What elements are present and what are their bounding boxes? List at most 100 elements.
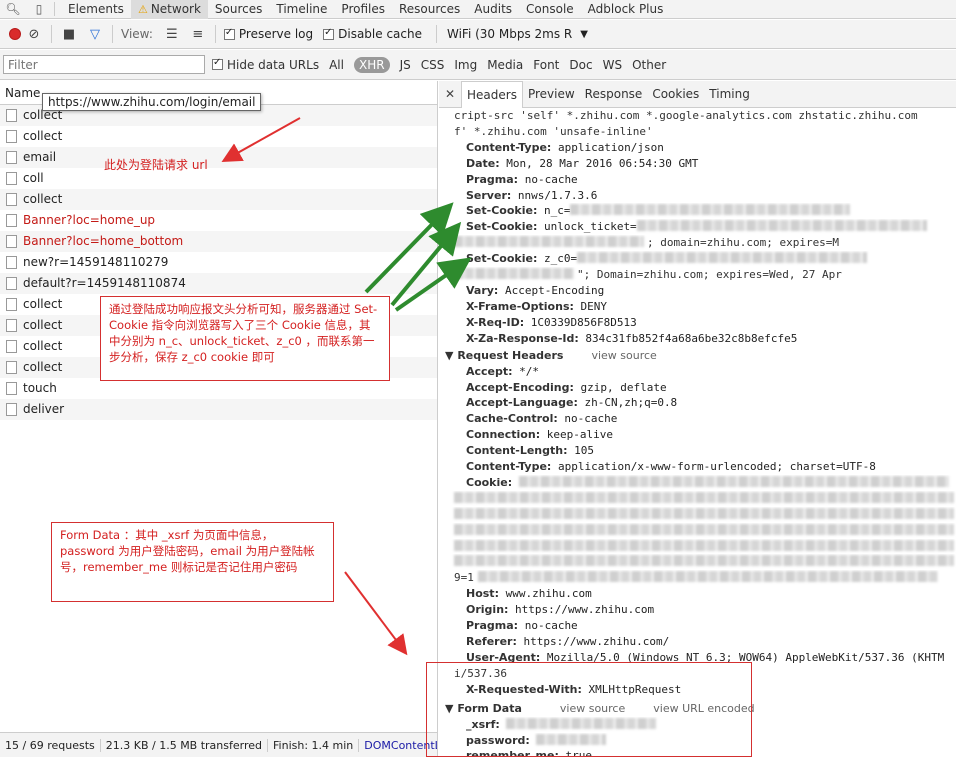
- cookie-value-blurred: [439, 507, 956, 523]
- filter-type-other[interactable]: Other: [632, 58, 666, 72]
- tab-cookies[interactable]: Cookies: [647, 81, 704, 107]
- request-headers-section[interactable]: ▼ Request Headers view source: [439, 347, 956, 364]
- tab-preview[interactable]: Preview: [523, 81, 580, 107]
- large-rows-icon[interactable]: ☰: [159, 27, 185, 42]
- file-icon: [6, 256, 17, 269]
- header-line: Cache-Control: no-cache: [439, 411, 956, 427]
- header-key: Content-Type:: [466, 460, 552, 474]
- request-headers: Accept: */* Accept-Encoding: gzip, deflat…: [439, 364, 956, 491]
- filter-type-font[interactable]: Font: [533, 58, 559, 72]
- filter-type-img[interactable]: Img: [454, 58, 477, 72]
- filter-type-media[interactable]: Media: [487, 58, 523, 72]
- header-key: Set-Cookie:: [466, 204, 538, 218]
- header-line: Date: Mon, 28 Mar 2016 06:54:30 GMT: [439, 156, 956, 172]
- disable-cache-checkbox[interactable]: [323, 27, 335, 40]
- header-key: Server:: [466, 188, 512, 202]
- tab-elements[interactable]: Elements: [61, 0, 131, 19]
- tab-sources[interactable]: Sources: [208, 0, 269, 19]
- request-name: collect: [23, 129, 63, 143]
- header-key: Set-Cookie:: [466, 252, 538, 266]
- request-detail-panel: ✕ Headers Preview Response Cookies Timin…: [439, 81, 956, 757]
- cookie-tail-text: 9=1: [454, 571, 474, 585]
- header-value: unlock_ticket=: [543, 220, 637, 234]
- request-row[interactable]: collect: [0, 189, 437, 210]
- request-row[interactable]: touch: [0, 378, 437, 399]
- csp-line: f' *.zhihu.com 'unsafe-inline': [454, 124, 653, 138]
- overview-icon[interactable]: ≡: [185, 27, 211, 42]
- preserve-log-checkbox[interactable]: [223, 27, 235, 40]
- header-line: Pragma: no-cache: [439, 172, 956, 188]
- tab-timeline[interactable]: Timeline: [269, 0, 334, 19]
- filter-type-xhr[interactable]: XHR: [353, 56, 390, 73]
- inspect-icon[interactable]: 🔍︎: [0, 0, 26, 19]
- throttle-select[interactable]: WiFi (30 Mbps 2ms R: [447, 27, 572, 41]
- close-icon[interactable]: ✕: [439, 87, 461, 101]
- view-label: View:: [121, 27, 153, 41]
- header-key: Origin:: [466, 603, 509, 617]
- request-row[interactable]: deliver: [0, 399, 437, 420]
- header-value: www.zhihu.com: [505, 587, 592, 601]
- filter-type-doc[interactable]: Doc: [569, 58, 592, 72]
- tab-adblock-plus[interactable]: Adblock Plus: [581, 0, 671, 19]
- request-row[interactable]: default?r=1459148110874: [0, 273, 437, 294]
- tab-console[interactable]: Console: [519, 0, 581, 19]
- request-row[interactable]: Banner?loc=home_bottom: [0, 231, 437, 252]
- header-value: z_c0=: [543, 252, 578, 266]
- filter-type-all[interactable]: All: [329, 58, 344, 72]
- header-key: X-Za-Response-Id:: [466, 331, 579, 345]
- file-icon: [6, 361, 17, 374]
- request-row[interactable]: new?r=1459148110279: [0, 252, 437, 273]
- chevron-down-icon[interactable]: ▼: [580, 29, 588, 40]
- tab-headers[interactable]: Headers: [461, 81, 523, 108]
- filter-type-ws[interactable]: WS: [603, 58, 622, 72]
- tab-response[interactable]: Response: [580, 81, 648, 107]
- request-row[interactable]: collect: [0, 126, 437, 147]
- request-row[interactable]: email: [0, 147, 437, 168]
- filter-type-css[interactable]: CSS: [421, 58, 445, 72]
- header-line: Server: nnws/1.7.3.6: [439, 188, 956, 204]
- transferred-size: 21.3 KB / 1.5 MB transferred: [101, 738, 269, 752]
- hide-data-urls-checkbox[interactable]: [212, 57, 223, 70]
- disable-cache-label: Disable cache: [338, 27, 422, 41]
- request-name: collect: [23, 360, 63, 374]
- request-row[interactable]: coll: [0, 168, 437, 189]
- file-icon: [6, 214, 17, 227]
- filter-type-js[interactable]: JS: [400, 58, 411, 72]
- preserve-log-label: Preserve log: [238, 27, 314, 41]
- file-icon: [6, 340, 17, 353]
- tab-audits[interactable]: Audits: [467, 0, 519, 19]
- header-key: Cookie:: [466, 475, 513, 489]
- header-key: Pragma:: [466, 172, 519, 186]
- filter-input[interactable]: [3, 55, 205, 74]
- tab-network[interactable]: ⚠ Network: [130, 0, 208, 19]
- device-mode-icon[interactable]: ▯: [26, 0, 52, 19]
- divider: [436, 25, 437, 43]
- request-name: Banner?loc=home_up: [23, 213, 156, 227]
- filter-funnel-icon[interactable]: ▽: [82, 27, 108, 42]
- header-line: Content-Length: 105: [439, 443, 956, 459]
- header-line: "; Domain=zhihu.com; expires=Wed, 27 Apr: [439, 267, 956, 283]
- header-key: Set-Cookie:: [466, 220, 538, 234]
- header-key: Cache-Control:: [466, 412, 558, 426]
- view-source-link[interactable]: view source: [591, 349, 656, 362]
- header-value: 1C0339D856F8D513: [530, 315, 637, 329]
- header-line: Cookie:: [439, 475, 956, 491]
- status-bar: 15 / 69 requests 21.3 KB / 1.5 MB transf…: [0, 732, 438, 757]
- tab-profiles[interactable]: Profiles: [334, 0, 392, 19]
- redacted-value: [577, 252, 868, 264]
- tab-resources[interactable]: Resources: [392, 0, 467, 19]
- detail-tabs: ✕ Headers Preview Response Cookies Timin…: [439, 81, 956, 108]
- tab-timing[interactable]: Timing: [704, 81, 755, 107]
- record-button[interactable]: [9, 28, 21, 40]
- header-line: Content-Type: application/x-www-form-url…: [439, 459, 956, 475]
- header-value: https://www.zhihu.com: [515, 603, 655, 617]
- header-line: X-Za-Response-Id: 834c31fb852f4a68a6be32…: [439, 331, 956, 347]
- annotation-login-url: 此处为登陆请求 url: [104, 158, 208, 172]
- request-name: deliver: [23, 402, 65, 416]
- request-name: email: [23, 150, 57, 164]
- video-camera-icon[interactable]: ■: [56, 27, 82, 42]
- redacted-value: [570, 204, 851, 216]
- clear-icon[interactable]: ⊘: [21, 27, 47, 42]
- request-row[interactable]: Banner?loc=home_up: [0, 210, 437, 231]
- network-toolbar: ⊘ ■ ▽ View: ☰ ≡ Preserve log Disable cac…: [0, 20, 956, 49]
